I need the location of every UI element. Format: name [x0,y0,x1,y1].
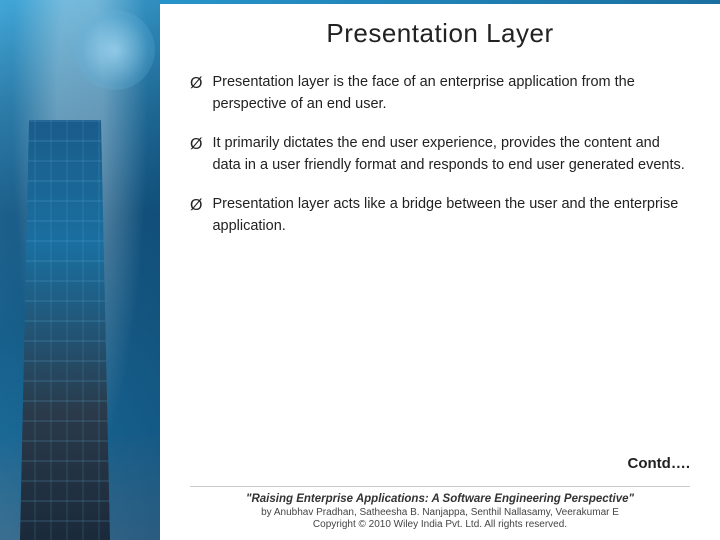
bullet-text-2: It primarily dictates the end user exper… [212,132,690,177]
left-image-panel [0,0,160,540]
contd-label: Contd…. [190,455,690,472]
bullet-symbol-1: Ø [190,72,202,97]
content-panel: Presentation Layer Ø Presentation layer … [160,0,720,540]
footer-copyright: Copyright © 2010 Wiley India Pvt. Ltd. A… [190,519,690,530]
bullet-symbol-2: Ø [190,133,202,158]
slide-container: Presentation Layer Ø Presentation layer … [0,0,720,540]
bullet-text-1: Presentation layer is the face of an ent… [212,71,690,116]
bullet-text-3: Presentation layer acts like a bridge be… [212,193,690,238]
footer: "Raising Enterprise Applications: A Soft… [190,486,690,530]
slide-title: Presentation Layer [190,18,690,49]
building-graphic [20,120,110,540]
bullet-list: Ø Presentation layer is the face of an e… [190,71,690,445]
bullet-item-2: Ø It primarily dictates the end user exp… [190,132,690,177]
footer-authors: by Anubhav Pradhan, Satheesha B. Nanjapp… [190,507,690,518]
sky-decoration [75,10,155,90]
bullet-item-1: Ø Presentation layer is the face of an e… [190,71,690,116]
footer-book-title: "Raising Enterprise Applications: A Soft… [190,493,690,505]
bullet-item-3: Ø Presentation layer acts like a bridge … [190,193,690,238]
bullet-symbol-3: Ø [190,194,202,219]
